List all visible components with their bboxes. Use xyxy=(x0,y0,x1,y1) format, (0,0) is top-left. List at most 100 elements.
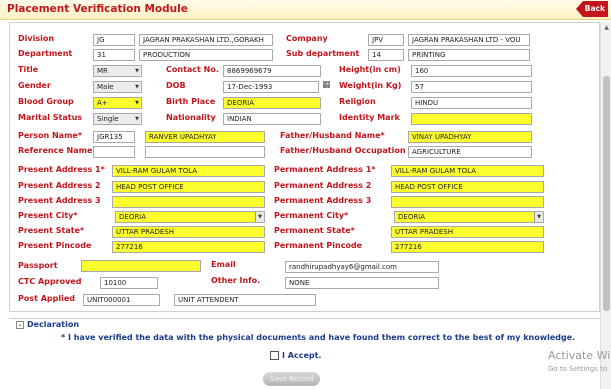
blood-group-label: Blood Group xyxy=(18,97,74,106)
activation-watermark-subtitle: Go to Settings to xyxy=(548,365,608,373)
ctc-approved-label: CTC Approved xyxy=(18,277,82,286)
permanent-city-value: DEORIA xyxy=(398,213,426,221)
present-address2-label: Present Address 2 xyxy=(18,181,101,190)
permanent-state-label: Permanent State* xyxy=(274,226,355,235)
religion-label: Religion xyxy=(339,97,376,106)
post-applied-name-input[interactable]: UNIT ATTENDENT xyxy=(174,294,316,306)
present-address3-label: Present Address 3 xyxy=(18,196,101,205)
father-name-input[interactable]: VINAY UPADHYAY xyxy=(408,131,532,143)
permanent-address3-input[interactable] xyxy=(391,196,544,208)
dropdown-arrow-icon: ▼ xyxy=(255,212,264,222)
height-label: Height(in cm) xyxy=(339,65,401,74)
scroll-up-arrow-icon[interactable]: ▲ xyxy=(602,23,611,32)
identity-mark-label: Identity Mark xyxy=(339,113,400,122)
sub-department-name-input[interactable]: PRINTING xyxy=(408,49,530,61)
passport-label: Passport xyxy=(18,261,58,270)
father-occupation-input[interactable]: AGRICULTURE xyxy=(408,146,532,158)
post-applied-label: Post Applied xyxy=(18,294,76,303)
other-info-input[interactable]: NONE xyxy=(285,277,439,289)
permanent-address3-label: Permanent Address 3 xyxy=(274,196,372,205)
reference-code-input[interactable] xyxy=(93,146,135,158)
department-code-input[interactable]: 31 xyxy=(93,49,135,61)
page-scrollbar[interactable]: ▲ xyxy=(600,22,611,389)
title-label: Title xyxy=(18,65,39,74)
permanent-address1-input[interactable]: VILL-RAM GULAM TOLA xyxy=(391,165,544,177)
reference-name-input[interactable] xyxy=(145,146,265,158)
present-address3-input[interactable] xyxy=(112,196,265,208)
marital-status-value: Single xyxy=(97,115,119,123)
permanent-state-input[interactable]: UTTAR PRADESH xyxy=(391,226,544,238)
permanent-address2-input[interactable]: HEAD POST OFFICE xyxy=(391,181,544,193)
dropdown-arrow-icon: ▼ xyxy=(135,68,139,74)
scroll-thumb[interactable] xyxy=(603,76,610,311)
email-input[interactable]: randhirupadhyay6@gmail.com xyxy=(285,261,439,273)
company-name-input[interactable]: JAGRAN PRAKASHAN LTD - VOU xyxy=(408,34,530,46)
religion-input[interactable]: HINDU xyxy=(411,97,532,109)
dob-label: DOB xyxy=(166,81,186,90)
dropdown-arrow-icon: ▼ xyxy=(135,84,139,90)
permanent-pincode-label: Permanent Pincode xyxy=(274,241,363,250)
present-city-label: Present City* xyxy=(18,211,78,220)
present-address1-input[interactable]: VILL-RAM GULAM TOLA xyxy=(112,165,265,177)
passport-input[interactable] xyxy=(81,260,201,272)
permanent-city-select[interactable]: DEORIA ▼ xyxy=(394,211,544,223)
title-select[interactable]: MR ▼ xyxy=(93,65,142,77)
company-code-input[interactable]: JPV xyxy=(368,34,404,46)
division-code-input[interactable]: JG xyxy=(93,34,135,46)
accept-label: I Accept. xyxy=(282,351,322,360)
nationality-label: Nationality xyxy=(166,113,216,122)
height-input[interactable]: 160 xyxy=(411,65,532,77)
module-header: Placement Verification Module Back xyxy=(0,0,611,20)
contact-no-input[interactable]: 8869969679 xyxy=(223,65,321,77)
present-address2-input[interactable]: HEAD POST OFFICE xyxy=(112,181,265,193)
marital-status-label: Marital Status xyxy=(18,113,83,122)
sub-department-code-input[interactable]: 14 xyxy=(368,49,404,61)
dropdown-arrow-icon: ▼ xyxy=(135,100,139,106)
present-city-value: DEORIA xyxy=(119,213,147,221)
weight-input[interactable]: 57 xyxy=(411,81,532,93)
dropdown-arrow-icon: ▼ xyxy=(135,116,139,122)
division-name-input[interactable]: JAGRAN PRAKASHAN LTD.,GORAKH xyxy=(139,34,273,46)
title-value: MR xyxy=(97,67,108,75)
department-label: Department xyxy=(18,49,73,58)
dob-input[interactable]: 17-Dec-1993 xyxy=(223,81,319,93)
dropdown-arrow-icon: ▼ xyxy=(534,212,543,222)
weight-label: Weight(in Kg) xyxy=(339,81,402,90)
nationality-input[interactable]: INDIAN xyxy=(223,113,321,125)
company-label: Company xyxy=(286,34,328,43)
activation-watermark-title: Activate Win xyxy=(548,349,611,362)
contact-no-label: Contact No. xyxy=(166,65,219,74)
save-record-button[interactable]: Save Record xyxy=(263,372,320,386)
permanent-pincode-input[interactable]: 277216 xyxy=(391,241,544,253)
post-applied-code-input[interactable]: UNIT000001 xyxy=(83,294,160,306)
calendar-icon[interactable]: ▦ xyxy=(322,80,331,90)
ctc-approved-input[interactable]: 10100 xyxy=(100,277,158,289)
father-name-label: Father/Husband Name* xyxy=(280,131,385,140)
gender-select[interactable]: Male ▼ xyxy=(93,81,142,93)
permanent-city-label: Permanent City* xyxy=(274,211,349,220)
reference-name-label: Reference Name xyxy=(18,146,93,155)
person-name-input[interactable]: RANVER UPADHYAY xyxy=(145,131,265,143)
father-occupation-label: Father/Husband Occupation xyxy=(280,146,406,155)
collapse-chevron-icon[interactable]: ⌄ xyxy=(16,321,24,329)
blood-group-value: A+ xyxy=(97,99,108,107)
permanent-address2-label: Permanent Address 2 xyxy=(274,181,372,190)
present-pincode-input[interactable]: 277216 xyxy=(112,241,265,253)
permanent-address1-label: Permanent Address 1* xyxy=(274,165,376,174)
sub-department-label: Sub department xyxy=(286,49,360,58)
accept-checkbox[interactable] xyxy=(270,351,279,360)
birth-place-label: Birth Place xyxy=(166,97,216,106)
department-name-input[interactable]: PRODUCTION xyxy=(139,49,273,61)
division-label: Division xyxy=(18,34,55,43)
marital-status-select[interactable]: Single ▼ xyxy=(93,113,142,125)
present-city-select[interactable]: DEORIA ▼ xyxy=(115,211,265,223)
birth-place-input[interactable]: DEORIA xyxy=(223,97,321,109)
blood-group-select[interactable]: A+ ▼ xyxy=(93,97,142,109)
identity-mark-input[interactable] xyxy=(411,113,532,125)
person-code-input[interactable]: JGR135 xyxy=(93,131,135,143)
declaration-heading: Declaration xyxy=(27,320,80,329)
present-state-input[interactable]: UTTAR PRADESH xyxy=(112,226,265,238)
other-info-label: Other Info. xyxy=(211,276,261,285)
gender-label: Gender xyxy=(18,81,51,90)
back-button[interactable]: Back xyxy=(576,1,608,17)
